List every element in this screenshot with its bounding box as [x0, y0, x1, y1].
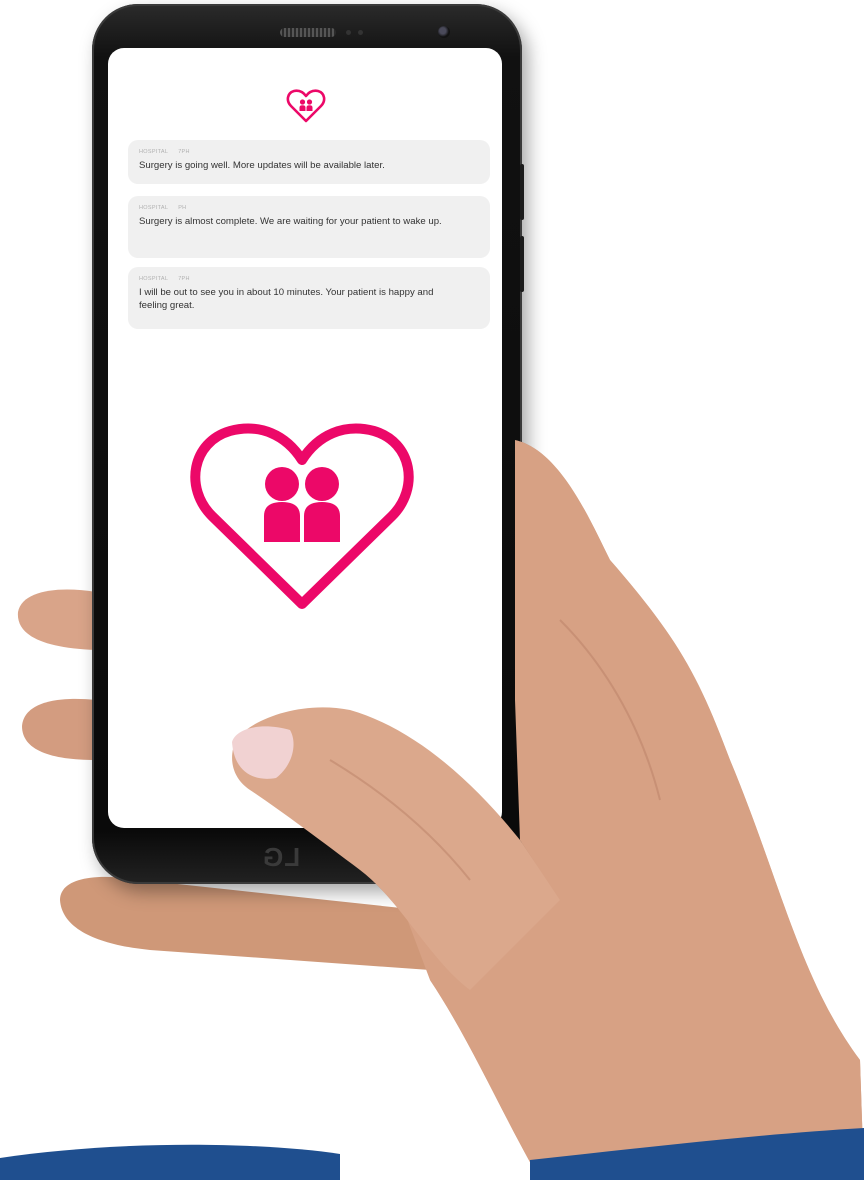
bottom-wave-band: [0, 1128, 864, 1180]
thumb-overlay: [232, 440, 864, 1180]
photo-scene: LG HOSPITAL 7PH Surgery is going well. Mo…: [0, 0, 864, 1180]
palm: [430, 440, 864, 1180]
